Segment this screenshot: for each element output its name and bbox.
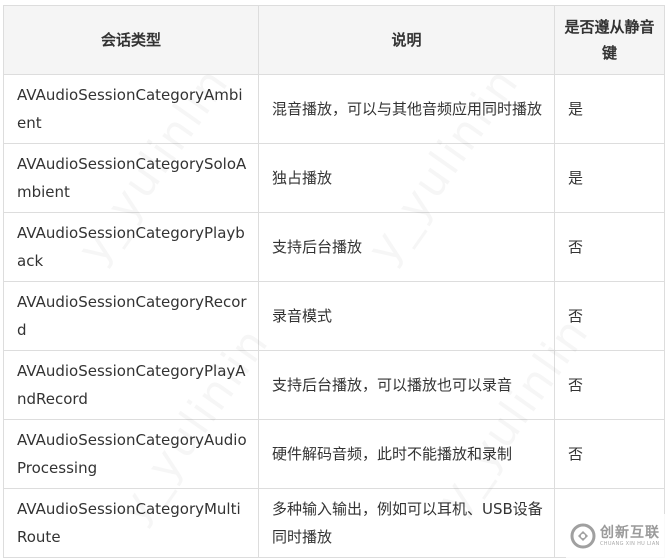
session-category-table-container: 会话类型 说明 是否遵从静音键 AVAudioSessionCategoryAm… [3, 5, 665, 558]
cell-category: AVAudioSessionCategoryPlayAndRecord [3, 350, 259, 420]
cell-description: 录音模式 [258, 281, 555, 351]
table-row: AVAudioSessionCategoryAudioProcessing 硬件… [3, 419, 665, 489]
cell-category: AVAudioSessionCategoryPlayback [3, 212, 259, 282]
table-row: AVAudioSessionCategoryPlayback 支持后台播放 否 [3, 212, 665, 282]
cell-category: AVAudioSessionCategoryAmbient [3, 74, 259, 144]
header-description: 说明 [258, 5, 555, 75]
cell-follows-mute: 否 [554, 419, 665, 489]
cell-follows-mute: 是 [554, 74, 665, 144]
cell-follows-mute: 是 [554, 143, 665, 213]
cell-category: AVAudioSessionCategoryAudioProcessing [3, 419, 259, 489]
brand-logo: 创新互联 CHUANG XIN HU LIAN [566, 514, 666, 558]
cell-follows-mute: 否 [554, 212, 665, 282]
brand-logo-name-en: CHUANG XIN HU LIAN [600, 540, 660, 547]
brand-logo-name-cn: 创新互联 [600, 524, 660, 541]
cell-follows-mute: 否 [554, 281, 665, 351]
table-header-row: 会话类型 说明 是否遵从静音键 [3, 5, 665, 75]
cell-description: 支持后台播放 [258, 212, 555, 282]
cell-follows-mute: 否 [554, 350, 665, 420]
cell-description: 硬件解码音频，此时不能播放和录制 [258, 419, 555, 489]
header-session-type: 会话类型 [3, 5, 259, 75]
table-row: AVAudioSessionCategoryAmbient 混音播放，可以与其他… [3, 74, 665, 144]
cell-description: 多种输入输出，例如可以耳机、USB设备同时播放 [258, 488, 555, 558]
cell-description: 支持后台播放，可以播放也可以录音 [258, 350, 555, 420]
cell-category: AVAudioSessionCategoryRecord [3, 281, 259, 351]
table-row: AVAudioSessionCategoryRecord 录音模式 否 [3, 281, 665, 351]
cell-category: AVAudioSessionCategoryMultiRoute [3, 488, 259, 558]
table-row: AVAudioSessionCategoryPlayAndRecord 支持后台… [3, 350, 665, 420]
session-category-table: 会话类型 说明 是否遵从静音键 AVAudioSessionCategoryAm… [3, 5, 665, 558]
table-row: AVAudioSessionCategorySoloAmbient 独占播放 是 [3, 143, 665, 213]
cell-category: AVAudioSessionCategorySoloAmbient [3, 143, 259, 213]
header-follows-mute: 是否遵从静音键 [554, 5, 665, 75]
cell-description: 混音播放，可以与其他音频应用同时播放 [258, 74, 555, 144]
brand-logo-icon [570, 523, 596, 549]
cell-description: 独占播放 [258, 143, 555, 213]
